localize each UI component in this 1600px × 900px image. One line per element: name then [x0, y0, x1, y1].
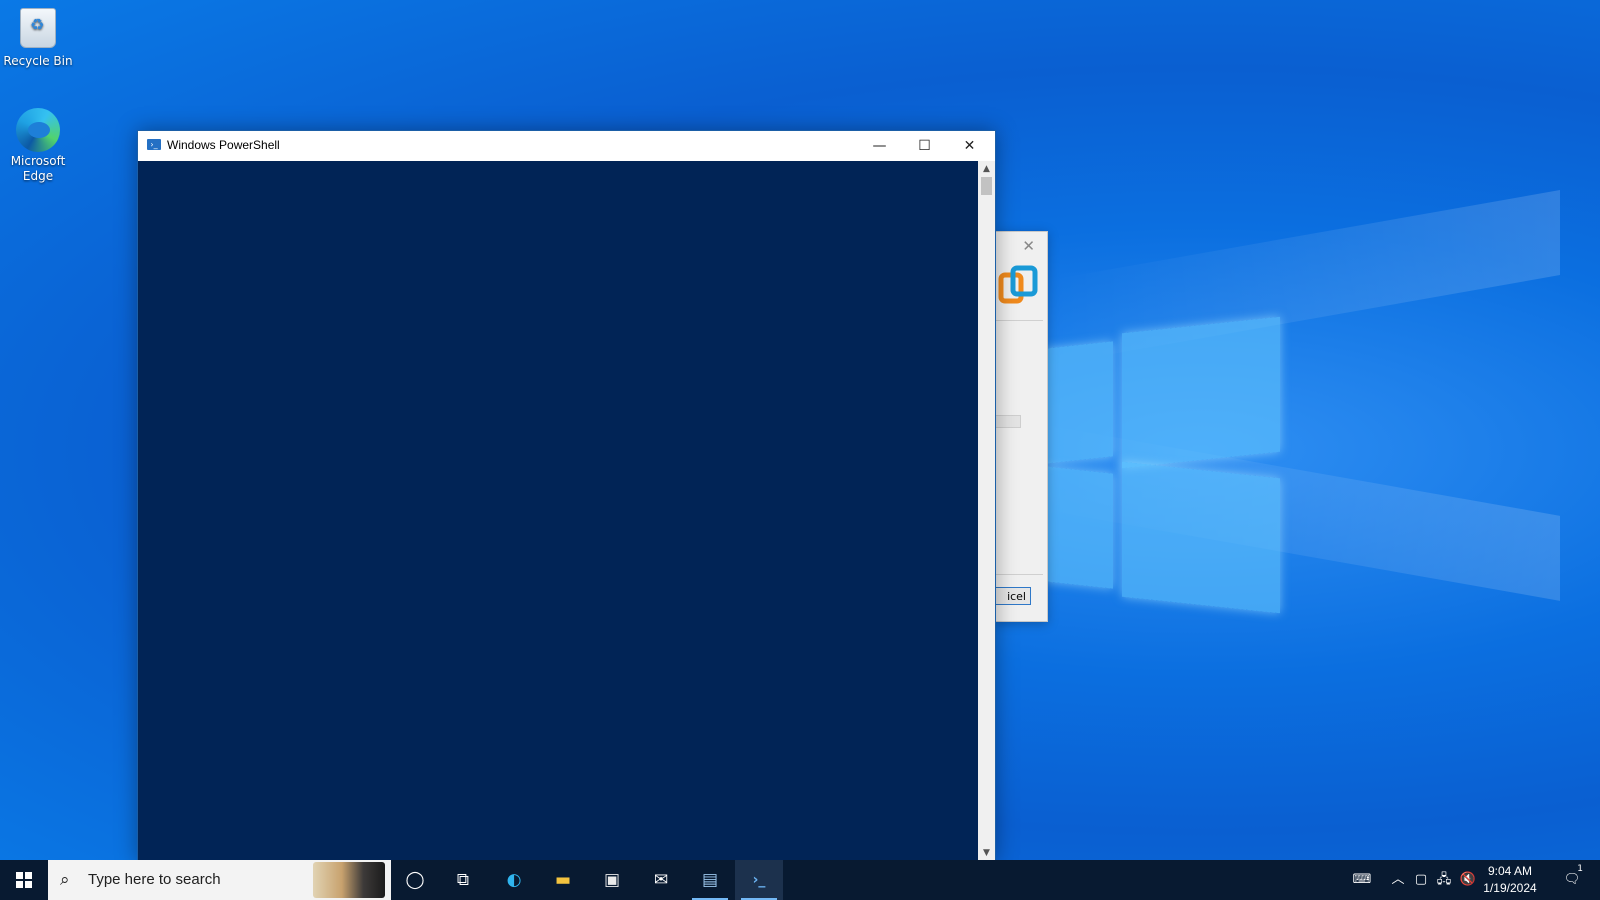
- scroll-thumb[interactable]: [981, 177, 992, 195]
- notification-center-button[interactable]: 🗨 1: [1555, 860, 1589, 900]
- edge-icon: [16, 108, 60, 152]
- app-logo-icon: [998, 265, 1038, 304]
- clock-time: 9:04 AM: [1487, 864, 1533, 878]
- taskbar-file-explorer[interactable]: ▬: [539, 860, 587, 900]
- tray-keyboard-icon[interactable]: ⌨: [1343, 860, 1381, 900]
- divider: [995, 574, 1043, 575]
- tray-meet-icon[interactable]: ▢: [1410, 860, 1432, 900]
- cortana-icon: ◯: [405, 870, 425, 890]
- file-explorer-icon: ▬: [554, 870, 572, 890]
- title-bar[interactable]: ›_ Windows PowerShell — ☐ ✕: [138, 131, 995, 161]
- divider: [995, 320, 1043, 321]
- taskbar-mail[interactable]: ✉: [637, 860, 685, 900]
- cortana-button[interactable]: ◯: [391, 860, 439, 900]
- background-installer-dialog[interactable]: ✕ icel: [994, 231, 1048, 622]
- task-view-icon: ⧉: [456, 870, 470, 890]
- progress-field: [995, 415, 1021, 428]
- mail-icon: ✉: [653, 870, 669, 890]
- tray-network-icon[interactable]: 🖧: [1433, 860, 1455, 900]
- close-icon[interactable]: ✕: [1022, 237, 1035, 255]
- scroll-up-icon[interactable]: ▲: [978, 161, 995, 177]
- desktop-icon-recycle-bin[interactable]: Recycle Bin: [0, 6, 76, 69]
- cancel-button[interactable]: icel: [995, 587, 1031, 605]
- notification-count-badge: 1: [1577, 864, 1583, 874]
- desktop-icon-label: Edge: [22, 169, 54, 183]
- installer-icon: ▤: [701, 870, 719, 890]
- desktop-icon-label: Recycle Bin: [3, 54, 73, 68]
- taskbar-store[interactable]: ▣: [588, 860, 636, 900]
- search-placeholder: Type here to search: [88, 871, 221, 888]
- clock-date: 1/19/2024: [1483, 881, 1537, 895]
- task-view-button[interactable]: ⧉: [439, 860, 487, 900]
- taskbar-edge[interactable]: ◐: [490, 860, 538, 900]
- vertical-scrollbar[interactable]: ▲ ▼: [978, 161, 995, 861]
- search-box[interactable]: ⌕ Type here to search: [48, 860, 391, 900]
- taskbar-installer[interactable]: ▤: [686, 860, 734, 900]
- search-icon: ⌕: [60, 870, 70, 890]
- minimize-button[interactable]: —: [857, 131, 902, 161]
- powershell-window[interactable]: ›_ Windows PowerShell — ☐ ✕ ▲ ▼: [137, 130, 996, 862]
- scroll-down-icon[interactable]: ▼: [978, 845, 995, 861]
- window-title: Windows PowerShell: [167, 138, 280, 152]
- maximize-button[interactable]: ☐: [902, 131, 947, 161]
- windows-start-icon: [16, 872, 32, 888]
- windows-logo-wallpaper: [1045, 316, 1285, 615]
- notifications-icon: 🗨: [1563, 872, 1581, 887]
- close-button[interactable]: ✕: [947, 131, 992, 161]
- powershell-icon: ›_: [147, 139, 161, 150]
- desktop-icon-microsoft-edge[interactable]: Microsoft Edge: [0, 108, 76, 184]
- taskbar-powershell[interactable]: ›_: [735, 860, 783, 900]
- search-highlight-image: [313, 862, 385, 898]
- desktop-icon-label: Microsoft: [10, 154, 66, 168]
- recycle-bin-icon: [16, 8, 60, 52]
- console-area[interactable]: [138, 161, 978, 861]
- store-icon: ▣: [603, 870, 621, 890]
- taskbar: ⌕ Type here to search ◯ ⧉ ◐ ▬ ▣ ✉ ▤ ›_ ⌨…: [0, 860, 1600, 900]
- taskbar-clock[interactable]: 9:04 AM 1/19/2024: [1475, 863, 1545, 897]
- tray-chevron-icon[interactable]: ︿: [1387, 860, 1409, 900]
- edge-icon: ◐: [506, 870, 522, 890]
- start-button[interactable]: [0, 860, 48, 900]
- powershell-icon: ›_: [752, 872, 766, 888]
